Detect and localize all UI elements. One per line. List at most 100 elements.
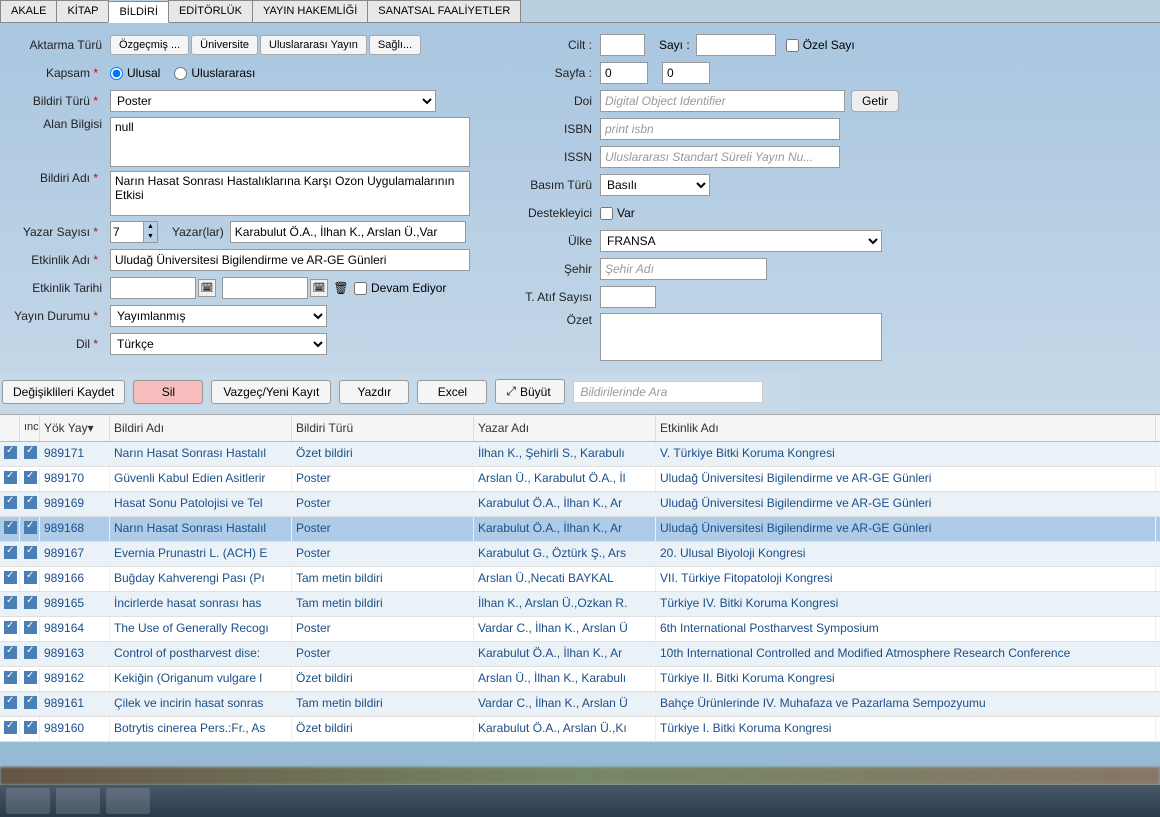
yayin-durumu-select[interactable]: Yayımlanmış <box>110 305 327 327</box>
cell-adi: Control of postharvest dise: <box>110 642 292 666</box>
table-row[interactable]: 989160Botrytis cinerea Pers.:Fr., AsÖzet… <box>0 717 1160 742</box>
row-check-icon[interactable] <box>24 546 37 559</box>
row-check-icon[interactable] <box>4 446 17 459</box>
tab-ki̇tap[interactable]: KİTAP <box>56 0 109 22</box>
row-check-icon[interactable] <box>24 471 37 484</box>
table-row[interactable]: 989161Çilek ve incirin hasat sonrasTam m… <box>0 692 1160 717</box>
basim-turu-select[interactable]: Basılı <box>600 174 710 196</box>
row-check-icon[interactable] <box>24 521 37 534</box>
etkinlik-adi-input[interactable] <box>110 249 470 271</box>
aktarma-btn[interactable]: Üniversite <box>191 35 258 55</box>
row-check-icon[interactable] <box>4 721 17 734</box>
yazar-sayisi-input[interactable] <box>111 222 143 242</box>
table-row[interactable]: 989165İncirlerde hasat sonrası hasTam me… <box>0 592 1160 617</box>
buyut-button[interactable]: ⤢Büyüt <box>495 379 565 404</box>
row-check-icon[interactable] <box>4 646 17 659</box>
tab-sanatsal faali̇yetler[interactable]: SANATSAL FAALİYETLER <box>367 0 521 22</box>
table-row[interactable]: 989168Narın Hasat Sonrası HastalılPoster… <box>0 517 1160 542</box>
etkinlik-tarihi-start[interactable] <box>110 277 196 299</box>
row-check-icon[interactable] <box>24 696 37 709</box>
row-check-icon[interactable] <box>24 571 37 584</box>
yazar-sayisi-spinner[interactable]: ▲▼ <box>110 221 158 243</box>
col-etkinlik-adi[interactable]: Etkinlik Adı <box>656 415 1156 441</box>
kapsam-ulusal-radio[interactable] <box>110 67 123 80</box>
issn-input[interactable] <box>600 146 840 168</box>
row-check-icon[interactable] <box>4 521 17 534</box>
sil-button[interactable]: Sil <box>133 380 203 404</box>
tab-yayin hakemli̇ği̇[interactable]: YAYIN HAKEMLİĞİ <box>252 0 368 22</box>
yazarlar-label: Yazar(lar) <box>172 225 224 239</box>
tab-akale[interactable]: AKALE <box>0 0 57 22</box>
devam-ediyor-checkbox[interactable] <box>354 282 367 295</box>
atif-input[interactable] <box>600 286 656 308</box>
row-check-icon[interactable] <box>4 671 17 684</box>
tab-bi̇ldi̇ri̇[interactable]: BİLDİRİ <box>108 1 169 23</box>
dil-select[interactable]: Türkçe <box>110 333 327 355</box>
col-yokyay[interactable]: Yök Yay▾ <box>40 415 110 441</box>
tab-edi̇törlük[interactable]: EDİTÖRLÜK <box>168 0 253 22</box>
table-row[interactable]: 989163Control of postharvest dise:Poster… <box>0 642 1160 667</box>
row-check-icon[interactable] <box>4 621 17 634</box>
taskbar-item[interactable] <box>56 788 100 814</box>
table-row[interactable]: 989164The Use of Generally RecogıPosterV… <box>0 617 1160 642</box>
row-check-icon[interactable] <box>4 496 17 509</box>
grid-search-input[interactable] <box>573 381 763 403</box>
row-check-icon[interactable] <box>24 671 37 684</box>
spinner-down-icon[interactable]: ▼ <box>143 232 157 242</box>
trash-icon[interactable]: 🗑 <box>332 279 350 297</box>
kaydet-button[interactable]: Değişiklileri Kaydet <box>2 380 125 404</box>
table-row[interactable]: 989169Hasat Sonu Patolojisi ve TelPoster… <box>0 492 1160 517</box>
sayi-input[interactable] <box>696 34 776 56</box>
taskbar-item[interactable] <box>106 788 150 814</box>
ozel-sayi-checkbox[interactable] <box>786 39 799 52</box>
col-yazar-adi[interactable]: Yazar Adı <box>474 415 656 441</box>
table-row[interactable]: 989162Kekiğin (Origanum vulgare lÖzet bi… <box>0 667 1160 692</box>
getir-button[interactable]: Getir <box>851 90 899 112</box>
aktarma-btn[interactable]: Sağlı... <box>369 35 421 55</box>
row-check-icon[interactable] <box>4 571 17 584</box>
doi-input[interactable] <box>600 90 845 112</box>
sehir-input[interactable] <box>600 258 767 280</box>
aktarma-btn[interactable]: Özgeçmiş ... <box>110 35 189 55</box>
etkinlik-tarihi-end[interactable] <box>222 277 308 299</box>
row-check-icon[interactable] <box>4 471 17 484</box>
issn-label: ISSN <box>515 150 600 164</box>
row-check-icon[interactable] <box>24 721 37 734</box>
table-row[interactable]: 989167Evernia Prunastri L. (ACH) EPoster… <box>0 542 1160 567</box>
row-check-icon[interactable] <box>24 621 37 634</box>
row-check-icon[interactable] <box>24 496 37 509</box>
vazgec-button[interactable]: Vazgeç/Yeni Kayıt <box>211 380 331 404</box>
sayfa-start-input[interactable] <box>600 62 648 84</box>
alan-bilgisi-textarea[interactable]: null <box>110 117 470 167</box>
yazarlar-input[interactable] <box>230 221 466 243</box>
calendar-end-icon[interactable]: 🗓 <box>310 279 328 297</box>
col-bildiri-adi[interactable]: Bildiri Adı <box>110 415 292 441</box>
yazdir-button[interactable]: Yazdır <box>339 380 409 404</box>
ulke-select[interactable]: FRANSA <box>600 230 882 252</box>
row-check-icon[interactable] <box>24 596 37 609</box>
calendar-start-icon[interactable]: 🗓 <box>198 279 216 297</box>
row-check-icon[interactable] <box>4 546 17 559</box>
row-check-icon[interactable] <box>24 646 37 659</box>
cell-turu: Poster <box>292 542 474 566</box>
row-check-icon[interactable] <box>4 596 17 609</box>
col-bildiri-turu[interactable]: Bildiri Türü <box>292 415 474 441</box>
table-row[interactable]: 989171Narın Hasat Sonrası HastalılÖzet b… <box>0 442 1160 467</box>
table-row[interactable]: 989166Buğday Kahverengi Pası (PıTam meti… <box>0 567 1160 592</box>
row-check-icon[interactable] <box>24 446 37 459</box>
cilt-input[interactable] <box>600 34 645 56</box>
sayfa-end-input[interactable] <box>662 62 710 84</box>
aktarma-btn[interactable]: Uluslararası Yayın <box>260 35 367 55</box>
kapsam-uluslararasi-radio[interactable] <box>174 67 187 80</box>
spinner-up-icon[interactable]: ▲ <box>143 222 157 232</box>
isbn-input[interactable] <box>600 118 840 140</box>
destekleyici-checkbox[interactable] <box>600 207 613 220</box>
ozet-textarea[interactable] <box>600 313 882 361</box>
col-incelle[interactable]: ıncelle <box>20 415 40 441</box>
table-row[interactable]: 989170Güvenli Kabul Edien AsitlerirPoste… <box>0 467 1160 492</box>
bildiri-adi-textarea[interactable]: Narın Hasat Sonrası Hastalıklarına Karşı… <box>110 171 470 216</box>
bildiri-turu-select[interactable]: Poster <box>110 90 436 112</box>
taskbar-item[interactable] <box>6 788 50 814</box>
excel-button[interactable]: Excel <box>417 380 487 404</box>
row-check-icon[interactable] <box>4 696 17 709</box>
